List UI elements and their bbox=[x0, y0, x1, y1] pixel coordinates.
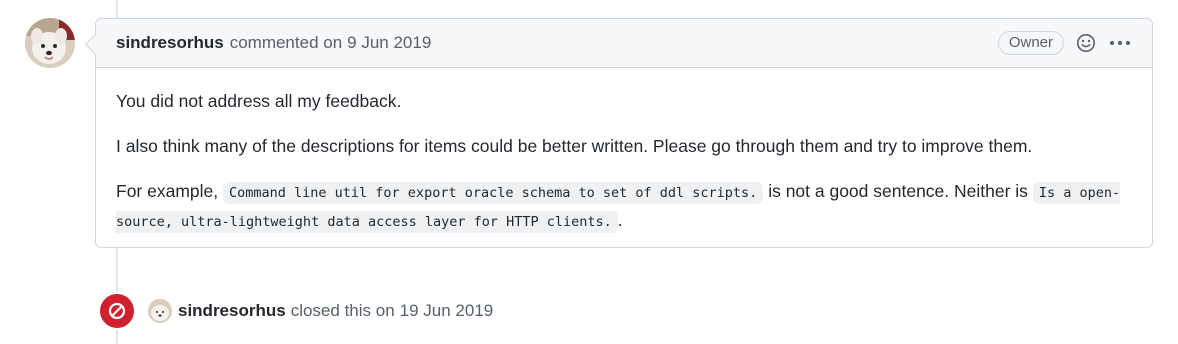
event-avatar[interactable] bbox=[148, 299, 172, 323]
comment-header: sindresorhus commented on 9 Jun 2019 Own… bbox=[96, 19, 1152, 68]
comment-box: sindresorhus commented on 9 Jun 2019 Own… bbox=[95, 18, 1153, 248]
comment-paragraph-1: You did not address all my feedback. bbox=[116, 91, 402, 111]
event-action: closed this on bbox=[290, 301, 395, 320]
comment-body: You did not address all my feedback. I a… bbox=[96, 68, 1152, 236]
closed-circle-slash-icon bbox=[98, 292, 136, 330]
smiley-icon[interactable] bbox=[1074, 31, 1098, 55]
inline-code-1: Command line util for export oracle sche… bbox=[223, 182, 764, 204]
event-actor[interactable]: sindresorhus bbox=[178, 301, 286, 321]
kebab-menu-icon[interactable] bbox=[1108, 31, 1132, 55]
avatar[interactable] bbox=[25, 18, 75, 68]
comment-header-actions: Owner bbox=[997, 31, 1132, 55]
comment-paragraph-3: For example, Command line util for expor… bbox=[116, 178, 1132, 236]
comment-action: commented on bbox=[229, 33, 343, 52]
owner-badge: Owner bbox=[997, 31, 1064, 55]
paragraph-3-prefix: For example, bbox=[116, 181, 219, 201]
closed-event: sindresorhus closed this on 19 Jun 2019 bbox=[98, 292, 493, 330]
comment-author[interactable]: sindresorhus bbox=[116, 33, 224, 53]
paragraph-3-middle: is not a good sentence. Neither is bbox=[768, 181, 1028, 201]
comment-paragraph-2: I also think many of the descriptions fo… bbox=[116, 136, 1033, 156]
comment-date[interactable]: 9 Jun 2019 bbox=[347, 33, 431, 53]
event-date[interactable]: 19 Jun 2019 bbox=[400, 301, 494, 321]
paragraph-3-suffix: . bbox=[617, 210, 623, 230]
